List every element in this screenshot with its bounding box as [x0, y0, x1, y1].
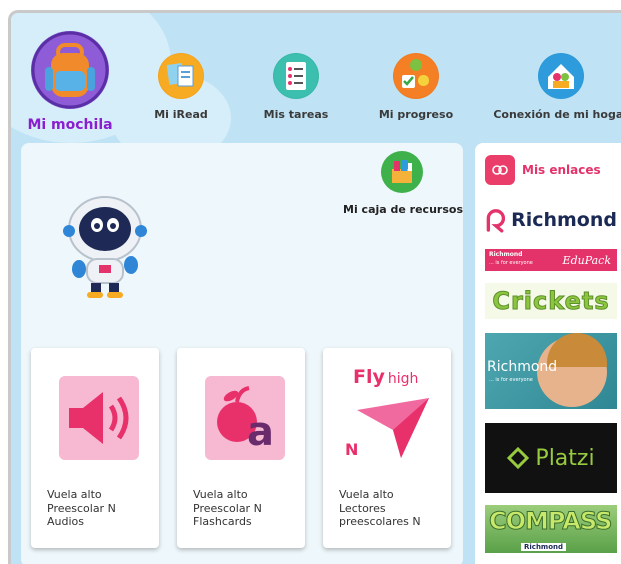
astronaut-robot-mascot	[57, 189, 153, 301]
app-frame: Mi mochila Mi iRead Mis tareas Mi progre…	[8, 10, 621, 564]
nav-mis-tareas[interactable]: Mis tareas	[261, 53, 331, 133]
platzi-logo-icon	[507, 447, 530, 469]
link-compass[interactable]: COMPASS Richmond	[485, 505, 617, 553]
book-icon	[158, 53, 204, 99]
nav-label-progreso: Mi progreso	[378, 108, 454, 121]
card-thumbnail: Fly high N	[339, 360, 435, 464]
checklist-icon	[273, 53, 319, 99]
speaker-icon	[59, 376, 139, 460]
card-audios[interactable]: Vuela alto Preescolar N Audios	[31, 348, 159, 548]
card-title: Vuela alto Preescolar N Audios	[47, 488, 116, 528]
card-title: Vuela alto Preescolar N Flashcards	[193, 488, 262, 528]
paper-plane-icon	[357, 398, 429, 458]
flashcard-letter: a	[247, 409, 274, 455]
progress-check-icon	[393, 53, 439, 99]
link-richmond[interactable]: Richmond	[485, 203, 617, 237]
nav-label-mochila: Mi mochila	[27, 117, 113, 133]
link-crickets[interactable]: Crickets	[485, 283, 617, 319]
links-title: Mis enlaces	[522, 163, 601, 177]
nav-mi-mochila[interactable]: Mi mochila	[25, 31, 115, 141]
richmond-logo-icon	[486, 209, 506, 233]
nav-mi-iread[interactable]: Mi iRead	[151, 53, 211, 133]
main-panel: Mi caja de recursos Vuela alto Preescola…	[21, 143, 463, 564]
nav-label-iread: Mi iRead	[154, 108, 208, 121]
home-family-icon	[538, 53, 584, 99]
backpack-icon	[31, 31, 109, 109]
link-edupack[interactable]: Richmond ... is for everyone EduPack	[485, 249, 617, 271]
link-platzi[interactable]: Platzi	[485, 423, 617, 493]
link-richmond-photo[interactable]: Richmond ... is for everyone	[485, 333, 617, 409]
links-panel: Mis enlaces Richmond Richmond ... is for…	[475, 143, 621, 564]
nav-label-tareas: Mis tareas	[263, 108, 329, 121]
apple-icon: a	[205, 376, 285, 460]
nav-label-hogar: Conexión de mi hogar	[493, 108, 621, 121]
card-title: Vuela alto Lectores preescolares N	[339, 488, 421, 528]
resource-box-button[interactable]: Mi caja de recursos	[343, 151, 463, 221]
top-nav: Mi mochila Mi iRead Mis tareas Mi progre…	[11, 13, 621, 143]
level-letter: N	[345, 440, 359, 459]
resource-box-icon	[381, 151, 423, 193]
link-icon	[485, 155, 515, 185]
card-flashcards[interactable]: a Vuela alto Preescolar N Flashcards	[177, 348, 305, 548]
fly-high-logo: Fly high	[353, 366, 419, 388]
nav-mi-progreso[interactable]: Mi progreso	[378, 53, 454, 133]
card-thumbnail: a	[193, 360, 289, 464]
resource-box-label: Mi caja de recursos	[343, 203, 463, 216]
card-lectores[interactable]: Fly high N Vuela alto Lectores preescolar…	[323, 348, 451, 548]
links-header: Mis enlaces	[485, 155, 601, 185]
card-thumbnail	[47, 360, 143, 464]
nav-conexion-hogar[interactable]: Conexión de mi hogar	[493, 53, 621, 133]
